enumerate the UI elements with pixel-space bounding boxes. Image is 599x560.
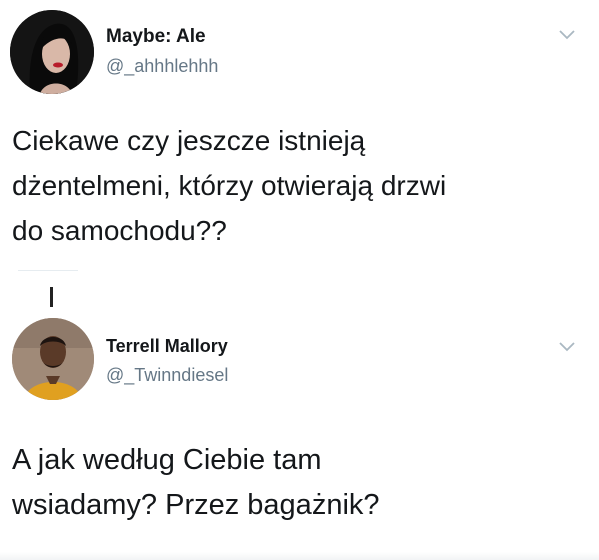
- avatar[interactable]: [12, 318, 94, 400]
- tweet-original[interactable]: Maybe: Ale @_ahhhlehhh Ciekawe czy jeszc…: [0, 0, 599, 270]
- divider: [18, 270, 78, 271]
- tweet-text-line: do samochodu??: [12, 215, 227, 246]
- tweet-reply[interactable]: Terrell Mallory @_Twinndiesel A jak wedł…: [0, 300, 599, 560]
- tweet-text: A jak według Ciebie tam wsiadamy? Przez …: [12, 438, 591, 528]
- chevron-down-icon[interactable]: [557, 340, 577, 354]
- tweet-text-line: dżentelmeni, którzy otwierają drzwi: [12, 170, 447, 201]
- bottom-edge: [0, 552, 599, 560]
- avatar-image: [12, 318, 94, 400]
- user-handle[interactable]: @_Twinndiesel: [106, 365, 228, 386]
- user-handle[interactable]: @_ahhhlehhh: [106, 56, 218, 77]
- avatar[interactable]: [10, 10, 94, 94]
- chevron-down-icon[interactable]: [557, 28, 577, 42]
- tweet-text-line: Ciekawe czy jeszcze istnieją: [12, 125, 366, 156]
- avatar-image: [10, 10, 94, 94]
- display-name[interactable]: Maybe: Ale: [106, 26, 206, 48]
- tweet-text-line: wsiadamy? Przez bagażnik?: [12, 489, 380, 521]
- display-name[interactable]: Terrell Mallory: [106, 336, 228, 357]
- tweet-text-line: A jak według Ciebie tam: [12, 444, 322, 476]
- tweet-text: Ciekawe czy jeszcze istnieją dżentelmeni…: [12, 118, 591, 253]
